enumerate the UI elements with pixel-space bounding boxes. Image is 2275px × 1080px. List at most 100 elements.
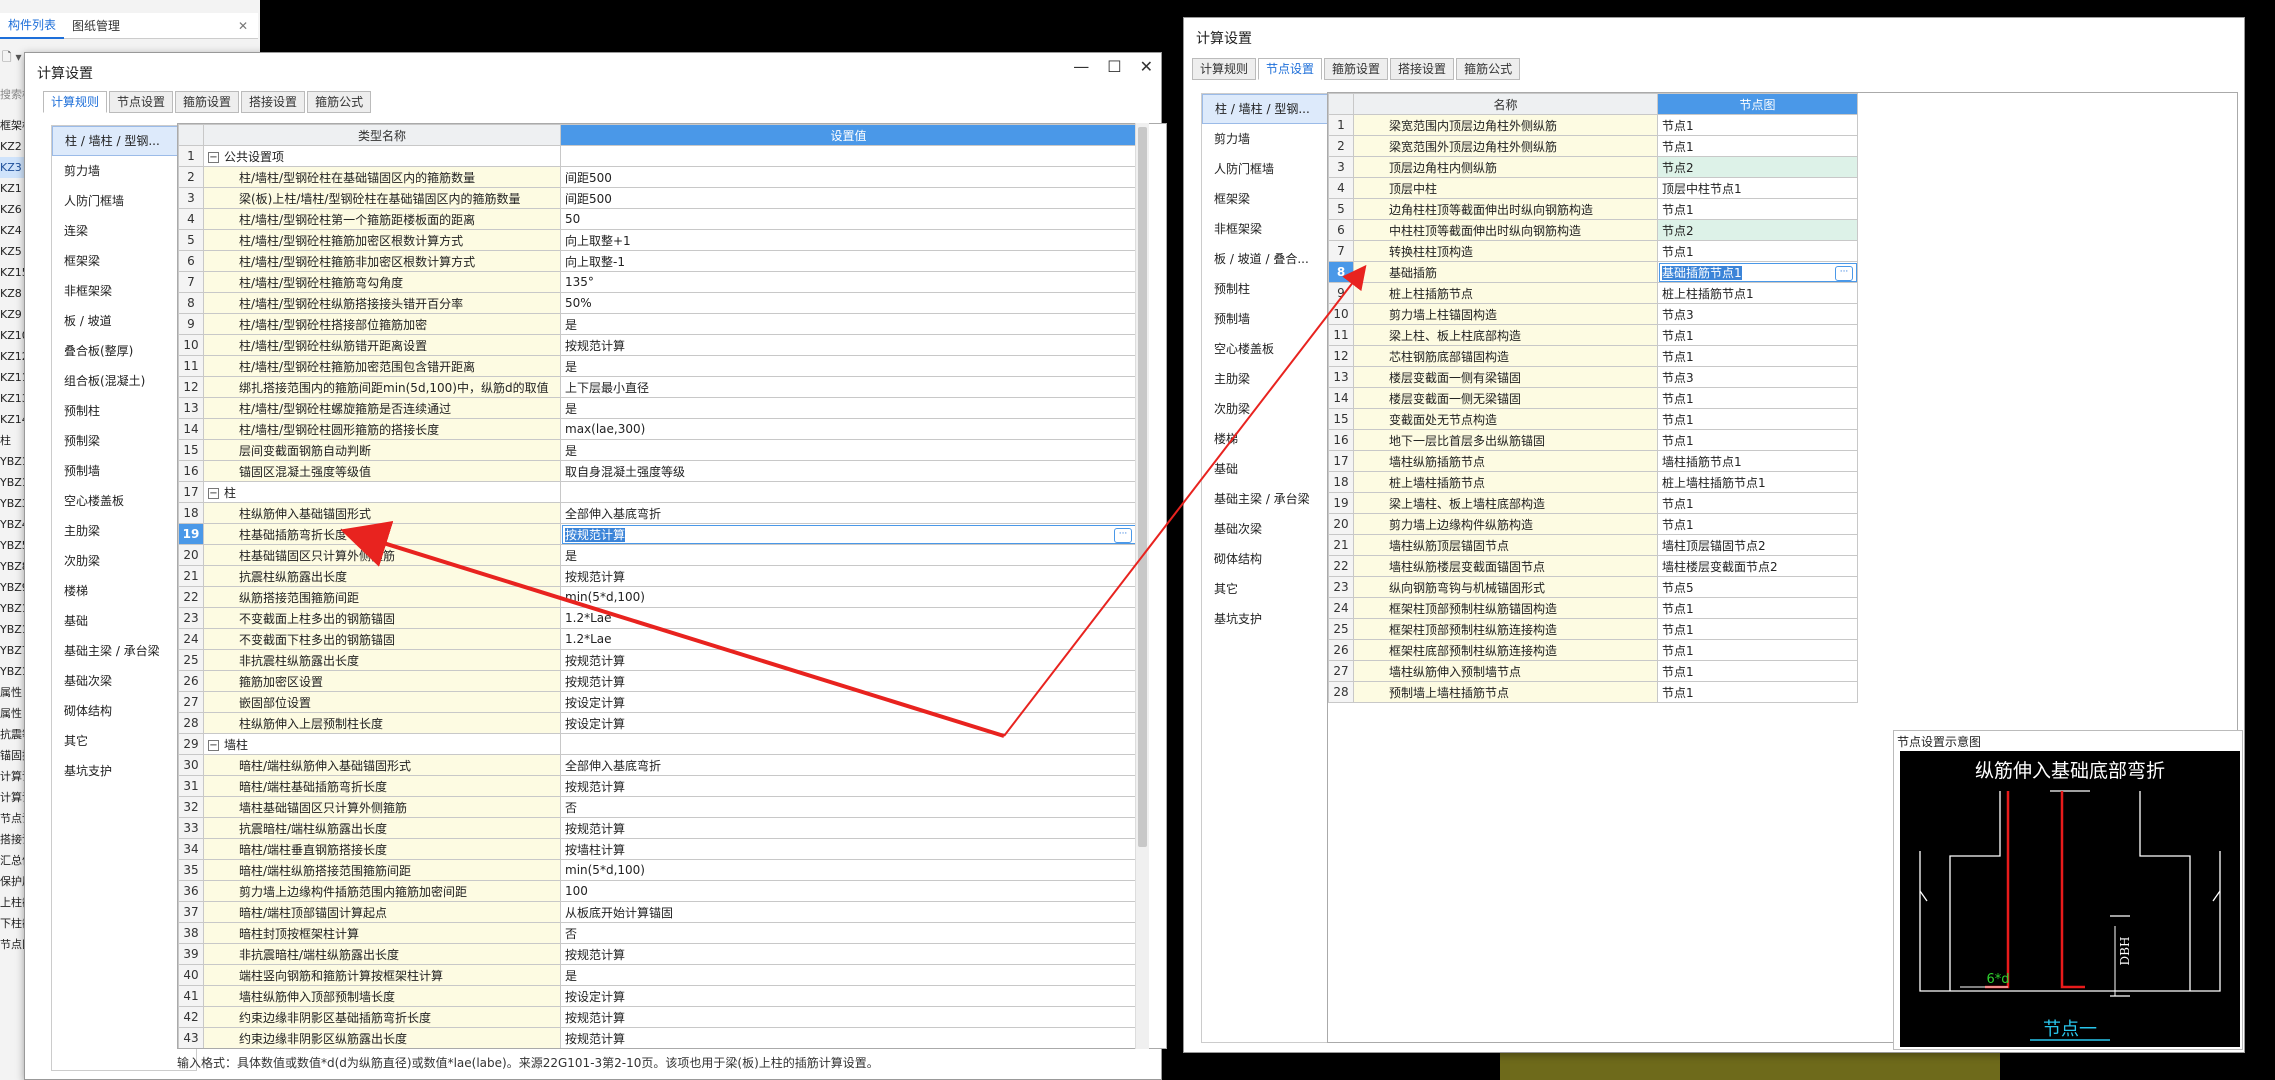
tab-2[interactable]: 箍筋设置 [1324,58,1389,80]
table-row[interactable]: 16 地下一层比首层多出纵筋锚固 节点1 [1328,429,1858,451]
row-value[interactable]: 节点1 [1657,681,1858,703]
table-row[interactable]: 28 预制墙上墙柱插筋节点 节点1 [1328,681,1858,703]
table-row[interactable]: 24 框架柱顶部预制柱纵筋锚固构造 节点1 [1328,597,1858,619]
table-row[interactable]: 3 顶层边角柱内侧纵筋 节点2 [1328,156,1858,178]
row-value[interactable]: 节点1 [1657,135,1858,157]
row-value[interactable]: 向上取整+1 [560,229,1137,251]
row-value[interactable]: 节点1 [1657,198,1858,220]
row-value[interactable]: 是 [560,313,1137,335]
nav-item[interactable]: 非框架梁 [1202,214,1332,244]
table-row[interactable]: 15 层间变截面钢筋自动判断 是 [178,439,1137,461]
row-value[interactable]: 按规范计算 [560,334,1137,356]
nav-item[interactable]: 基坑支护 [52,756,196,786]
table-row[interactable]: 2 梁宽范围外顶层边角柱外侧纵筋 节点1 [1328,135,1858,157]
table-row[interactable]: 5 边角柱柱顶等截面伸出时纵向钢筋构造 节点1 [1328,198,1858,220]
close-icon[interactable]: ✕ [238,19,248,33]
nav-item[interactable]: 楼梯 [52,576,196,606]
row-value[interactable]: max(lae,300) [560,418,1137,440]
tab-2[interactable]: 箍筋设置 [175,91,240,113]
table-row[interactable]: 11 柱/墙柱/型钢砼柱箍筋加密范围包含错开距离 是 [178,355,1137,377]
row-value[interactable]: 100 [560,880,1137,902]
nav-item[interactable]: 空心楼盖板 [52,486,196,516]
node-diagram-image[interactable]: 纵筋伸入基础底部弯折 DBH 6*d 节点一 [1900,751,2240,1047]
row-value[interactable]: 按墙柱计算 [560,838,1137,860]
table-row[interactable]: 31 暗柱/端柱基础插筋弯折长度 按规范计算 [178,775,1137,797]
table-row[interactable]: 19 梁上墙柱、板上墙柱底部构造 节点1 [1328,492,1858,514]
table-row[interactable]: 14 楼层变截面一侧无梁锚固 节点1 [1328,387,1858,409]
table-row[interactable]: 41 墙柱纵筋伸入顶部预制墙长度 按设定计算 [178,985,1137,1007]
tab-0[interactable]: 计算规则 [43,91,108,113]
nav-item[interactable]: 组合板(混凝土) [52,366,196,396]
nav-item[interactable]: 柱 / 墙柱 / 型钢... [1202,94,1332,124]
table-row[interactable]: 10 剪力墙上柱锚固构造 节点3 [1328,303,1858,325]
nav-item[interactable]: 砌体结构 [1202,544,1332,574]
table-row[interactable]: 16 锚固区混凝土强度等级值 取自身混凝土强度等级 [178,460,1137,482]
nav-item[interactable]: 砌体结构 [52,696,196,726]
minimize-icon[interactable]: — [1073,57,1089,76]
nav-item[interactable]: 基础 [1202,454,1332,484]
nav-item[interactable]: 板 / 坡道 / 叠合... [1202,244,1332,274]
table-row[interactable]: 38 暗柱封顶按框架柱计算 否 [178,922,1137,944]
row-value[interactable]: 按规范计算 [560,565,1137,587]
row-value[interactable]: 全部伸入基底弯折 [560,754,1137,776]
tab-component-list[interactable]: 构件列表 [0,13,65,39]
row-value[interactable]: 1.2*Lae [560,628,1137,650]
table-row[interactable]: 28 柱纵筋伸入上层预制柱长度 按设定计算 [178,712,1137,734]
nav-item[interactable]: 柱 / 墙柱 / 型钢... [52,126,196,156]
row-value[interactable]: 墙柱顶层锚固节点2 [1657,534,1858,556]
table-row[interactable]: 7 转换柱柱顶构造 节点1 [1328,240,1858,262]
maximize-icon[interactable]: ☐ [1107,57,1121,76]
nav-item[interactable]: 预制墙 [1202,304,1332,334]
row-value[interactable]: 墙柱插筋节点1 [1657,450,1858,472]
table-row[interactable]: 13 楼层变截面一侧有梁锚固 节点3 [1328,366,1858,388]
vertical-scrollbar[interactable] [1135,123,1149,1049]
tab-drawing-management[interactable]: 图纸管理 [64,14,128,38]
table-row[interactable]: 22 纵筋搭接范围箍筋间距 min(5*d,100) [178,586,1137,608]
new-icon[interactable]: 🗋 ▾ [2,48,22,69]
table-row[interactable]: 42 约束边缘非阴影区基础插筋弯折长度 按规范计算 [178,1006,1137,1028]
row-value[interactable]: 节点2 [1657,156,1858,178]
nav-item[interactable]: 框架梁 [52,246,196,276]
more-options-icon[interactable]: ··· [1114,527,1132,543]
nav-item[interactable]: 叠合板(整厚) [52,336,196,366]
nav-item[interactable]: 其它 [52,726,196,756]
table-row[interactable]: 4 柱/墙柱/型钢砼柱第一个箍筋距楼板面的距离 50 [178,208,1137,230]
table-row[interactable]: 9 桩上柱插筋节点 桩上柱插筋节点1 [1328,282,1858,304]
tab-1[interactable]: 节点设置 [109,91,174,113]
nav-item[interactable]: 人防门框墙 [52,186,196,216]
row-value[interactable]: 135° [560,271,1137,293]
row-value[interactable]: 节点1 [1657,492,1858,514]
table-row[interactable]: 11 梁上柱、板上柱底部构造 节点1 [1328,324,1858,346]
row-value[interactable]: 按规范计算 [560,1006,1137,1028]
nav-item[interactable]: 剪力墙 [1202,124,1332,154]
row-value[interactable]: 按设定计算 [560,712,1137,734]
nav-item[interactable]: 主肋梁 [1202,364,1332,394]
row-value[interactable]: 节点1 [1657,114,1858,136]
nav-item[interactable]: 空心楼盖板 [1202,334,1332,364]
table-row[interactable]: 32 墙柱基础锚固区只计算外侧箍筋 否 [178,796,1137,818]
row-value[interactable]: 间距500 [560,187,1137,209]
row-value[interactable]: 桩上柱插筋节点1 [1657,282,1858,304]
row-value[interactable]: 间距500 [560,166,1137,188]
row-value[interactable]: 节点1 [1657,513,1858,535]
table-row[interactable]: 18 桩上墙柱插筋节点 桩上墙柱插筋节点1 [1328,471,1858,493]
nav-item[interactable]: 预制墙 [52,456,196,486]
table-row[interactable]: 27 墙柱纵筋伸入预制墙节点 节点1 [1328,660,1858,682]
row-value[interactable]: min(5*d,100) [560,859,1137,881]
table-row[interactable]: 12 芯柱钢筋底部锚固构造 节点1 [1328,345,1858,367]
row-value[interactable]: 按设定计算 [560,985,1137,1007]
row-value[interactable]: 按规范计算 [560,943,1137,965]
table-row[interactable]: 21 墙柱纵筋顶层锚固节点 墙柱顶层锚固节点2 [1328,534,1858,556]
scrollbar-thumb[interactable] [1138,127,1147,847]
row-value[interactable]: 墙柱楼层变截面节点2 [1657,555,1858,577]
table-row[interactable]: 1− 公共设置项 [178,145,1137,167]
table-row[interactable]: 12 绑扎搭接范围内的箍筋间距min(5d,100)中，纵筋d的取值 上下层最小直径 [178,376,1137,398]
row-value[interactable]: 节点5 [1657,576,1858,598]
row-value[interactable]: 1.2*Lae [560,607,1137,629]
tab-4[interactable]: 箍筋公式 [307,91,372,113]
nav-item[interactable]: 其它 [1202,574,1332,604]
more-options-icon[interactable]: ··· [1835,265,1853,281]
row-value[interactable]: 顶层中柱节点1 [1657,177,1858,199]
nav-item[interactable]: 基础 [52,606,196,636]
table-row[interactable]: 8 柱/墙柱/型钢砼柱纵筋搭接接头错开百分率 50% [178,292,1137,314]
